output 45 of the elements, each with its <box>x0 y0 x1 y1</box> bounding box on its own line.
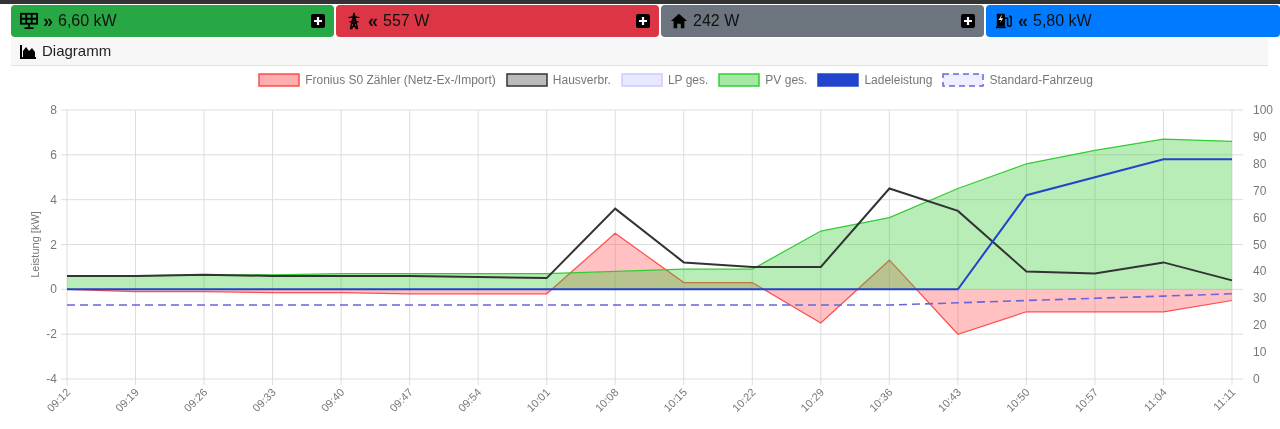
y-tick-label: 4 <box>50 192 57 207</box>
legend-swatch[interactable] <box>258 73 301 87</box>
power-value: 5,80 kW <box>1033 11 1092 31</box>
direction-arrow: « <box>1018 12 1028 30</box>
y-tick-label: 8 <box>50 103 57 117</box>
solar-panel-icon <box>20 12 38 30</box>
y-tick-label: 0 <box>50 282 57 297</box>
plus-square-icon[interactable] <box>311 14 325 28</box>
plus-square-icon[interactable] <box>961 14 975 28</box>
y2-tick-label: 0 <box>1253 372 1260 386</box>
y-tick-label: -2 <box>46 327 57 342</box>
panel-title: Diagramm <box>42 41 112 62</box>
legend-swatch[interactable] <box>718 73 761 87</box>
y2-tick-label: 40 <box>1253 264 1267 279</box>
y-tick-label: 2 <box>50 237 57 252</box>
power-value: 557 W <box>383 11 430 31</box>
y2-tick-label: 70 <box>1253 183 1267 198</box>
legend-label[interactable]: Fronius S0 Zähler (Netz-Ex-/Import) <box>305 71 496 89</box>
y2-tick-label: 20 <box>1253 318 1267 333</box>
y-tick-label: 6 <box>50 147 57 162</box>
legend-label[interactable]: PV ges. <box>765 71 808 89</box>
plus-square-icon[interactable] <box>636 14 650 28</box>
power-value: 6,60 kW <box>58 11 117 31</box>
legend-swatch[interactable] <box>505 73 548 87</box>
legend-label[interactable]: LP ges. <box>667 71 709 89</box>
direction-arrow: « <box>368 12 378 30</box>
y2-tick-label: 100 <box>1253 103 1274 117</box>
y-tick-label: -4 <box>46 372 57 386</box>
legend-swatch[interactable] <box>817 73 860 87</box>
power-value: 242 W <box>693 11 740 31</box>
y2-tick-label: 90 <box>1253 129 1267 144</box>
legend-label[interactable]: Ladeleistung <box>864 71 933 89</box>
y2-tick-label: 10 <box>1253 345 1267 360</box>
direction-arrow: » <box>43 12 53 30</box>
charging-station-icon <box>995 12 1013 30</box>
y2-tick-label: 80 <box>1253 156 1267 171</box>
y2-tick-label: 30 <box>1253 291 1267 306</box>
y2-tick-label: 50 <box>1253 237 1267 252</box>
legend-label[interactable]: Hausverbr. <box>552 71 611 89</box>
house-icon <box>670 12 688 30</box>
area-chart-icon <box>20 44 36 59</box>
legend-label[interactable]: Standard-Fahrzeug <box>989 71 1093 89</box>
y2-tick-label: 60 <box>1253 210 1267 225</box>
y-axis-title: Leistung [kW] <box>29 211 41 278</box>
legend-swatch[interactable] <box>942 73 985 87</box>
